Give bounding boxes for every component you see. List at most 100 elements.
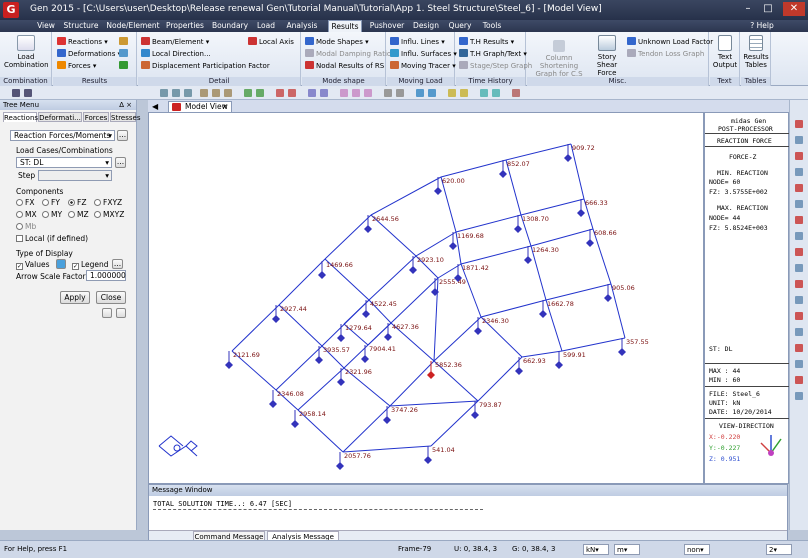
frame-member[interactable] bbox=[530, 228, 594, 247]
pan-icon[interactable] bbox=[184, 89, 192, 97]
tab-query[interactable]: Query bbox=[447, 20, 473, 32]
measure-icon[interactable] bbox=[448, 89, 456, 97]
unknown-load-factor-button[interactable]: Unknown Load Factor bbox=[627, 37, 713, 47]
support-marker[interactable] bbox=[449, 232, 457, 250]
support-marker[interactable] bbox=[499, 160, 507, 178]
frame-member[interactable] bbox=[610, 283, 626, 339]
tab-scroll-left-icon[interactable]: ◀ bbox=[152, 102, 158, 111]
strip-tool-6-icon[interactable] bbox=[795, 200, 803, 208]
support-marker[interactable] bbox=[315, 346, 323, 364]
zoom-fit-icon[interactable] bbox=[160, 89, 168, 97]
model-view-canvas[interactable]: 909.72 852.07 620.00 666.33 2644.56 1308.70 60… bbox=[148, 112, 704, 484]
frame-member[interactable] bbox=[389, 360, 435, 407]
panel-pin-icon[interactable]: ∆ × bbox=[119, 100, 132, 110]
strip-tool-2-icon[interactable] bbox=[795, 136, 803, 144]
tab-design[interactable]: Design bbox=[412, 20, 440, 32]
frame-member[interactable] bbox=[231, 304, 280, 352]
support-marker[interactable] bbox=[586, 229, 594, 247]
strip-tool-16-icon[interactable] bbox=[795, 360, 803, 368]
support-marker[interactable] bbox=[272, 305, 280, 323]
strip-tool-13-icon[interactable] bbox=[795, 312, 803, 320]
tendon-loss-button[interactable]: Tendon Loss Graph bbox=[627, 49, 704, 59]
local-direction-button[interactable]: Local Direction... bbox=[141, 49, 211, 59]
display-icon[interactable] bbox=[308, 89, 316, 97]
modal-damping-button[interactable]: Modal Damping Ratio bbox=[305, 49, 391, 59]
strip-tool-10-icon[interactable] bbox=[795, 264, 803, 272]
tab-close-icon[interactable]: × bbox=[222, 102, 228, 112]
tab-reactions[interactable]: Reactions bbox=[3, 112, 38, 122]
frame-member[interactable] bbox=[433, 316, 482, 362]
radio-mb[interactable]: Mb bbox=[16, 222, 36, 231]
frame-member[interactable] bbox=[275, 345, 323, 391]
results-tool-3[interactable] bbox=[119, 61, 130, 71]
support-marker[interactable] bbox=[269, 390, 277, 408]
displacement-participation-button[interactable]: Displacement Participation Factor bbox=[141, 61, 270, 71]
frame-member[interactable] bbox=[390, 277, 439, 324]
th-results-button[interactable]: T.H Results ▾ bbox=[459, 37, 514, 47]
element-number-icon[interactable] bbox=[364, 89, 372, 97]
radio-mz[interactable]: MZ bbox=[68, 210, 89, 219]
render-icon[interactable] bbox=[384, 89, 392, 97]
tab-properties[interactable]: Properties bbox=[166, 20, 204, 32]
frame-member[interactable] bbox=[570, 143, 585, 200]
strip-tool-3-icon[interactable] bbox=[795, 152, 803, 160]
strip-tool-8-icon[interactable] bbox=[795, 232, 803, 240]
support-marker[interactable] bbox=[515, 357, 523, 375]
frame-member[interactable] bbox=[342, 405, 391, 453]
strip-tool-17-icon[interactable] bbox=[795, 376, 803, 384]
copy-icon[interactable] bbox=[102, 308, 112, 318]
frame-member[interactable] bbox=[545, 283, 612, 301]
frame-member[interactable] bbox=[592, 228, 612, 285]
column-shortening-button[interactable]: Column Shortening Graph for C.S bbox=[529, 40, 589, 78]
support-marker[interactable] bbox=[427, 361, 435, 379]
radio-fx[interactable]: FX bbox=[16, 198, 34, 207]
unselect-icon[interactable] bbox=[256, 89, 264, 97]
redraw-icon[interactable] bbox=[480, 89, 488, 97]
frame-member[interactable] bbox=[561, 337, 626, 352]
frame-member[interactable] bbox=[415, 231, 457, 257]
influ-lines-button[interactable]: Influ. Lines ▾ bbox=[390, 37, 445, 47]
support-marker[interactable] bbox=[564, 144, 572, 162]
force-unit-select[interactable]: kN▾ bbox=[583, 544, 609, 555]
support-marker[interactable] bbox=[337, 368, 345, 386]
tab-stresses[interactable]: Stresses bbox=[110, 112, 140, 122]
support-marker[interactable] bbox=[424, 446, 432, 464]
forces-button[interactable]: Forces ▾ bbox=[57, 61, 96, 71]
frame-member[interactable] bbox=[505, 159, 522, 216]
support-marker[interactable] bbox=[361, 345, 369, 363]
frame-member[interactable] bbox=[455, 214, 522, 233]
page-select[interactable]: 2▾ bbox=[766, 544, 792, 555]
support-marker[interactable] bbox=[291, 410, 299, 428]
app-logo-icon[interactable]: G bbox=[3, 2, 19, 18]
strip-tool-15-icon[interactable] bbox=[795, 344, 803, 352]
influ-surfaces-button[interactable]: Influ. Surfaces ▾ bbox=[390, 49, 457, 59]
filter-select[interactable]: non▾ bbox=[684, 544, 710, 555]
node-number-icon[interactable] bbox=[352, 89, 360, 97]
reactions-button[interactable]: Reactions ▾ bbox=[57, 37, 108, 47]
support-marker[interactable] bbox=[384, 323, 392, 341]
tab-load[interactable]: Load bbox=[255, 20, 277, 32]
radio-fz[interactable]: FZ bbox=[68, 198, 86, 207]
select-icon[interactable] bbox=[244, 89, 252, 97]
legend-checkbox[interactable]: ✓ Legend bbox=[72, 260, 109, 270]
radio-mx[interactable]: MX bbox=[16, 210, 37, 219]
tab-results[interactable]: Results bbox=[328, 20, 362, 32]
result-type-select[interactable]: Reaction Forces/Moments ▾ bbox=[10, 130, 115, 141]
local-checkbox[interactable]: Local (if defined) bbox=[16, 234, 88, 243]
tab-structure[interactable]: Structure bbox=[62, 20, 100, 32]
moving-tracer-button[interactable]: Moving Tracer ▾ bbox=[390, 61, 456, 71]
frame-member[interactable] bbox=[520, 198, 585, 216]
print-icon[interactable] bbox=[512, 89, 520, 97]
minimize-icon[interactable]: – bbox=[740, 2, 756, 16]
tab-tools[interactable]: Tools bbox=[479, 20, 505, 32]
support-marker[interactable] bbox=[364, 215, 372, 233]
close-button[interactable]: Close bbox=[96, 291, 126, 304]
frame-member[interactable] bbox=[430, 400, 479, 447]
support-marker[interactable] bbox=[539, 300, 547, 318]
frame-member[interactable] bbox=[440, 176, 457, 233]
result-type-more-button[interactable]: ... bbox=[117, 130, 128, 141]
frame-member[interactable] bbox=[440, 159, 507, 178]
mode-shapes-button[interactable]: Mode Shapes ▾ bbox=[305, 37, 369, 47]
close-icon[interactable]: ✕ bbox=[783, 2, 805, 16]
support-marker[interactable] bbox=[555, 351, 563, 369]
